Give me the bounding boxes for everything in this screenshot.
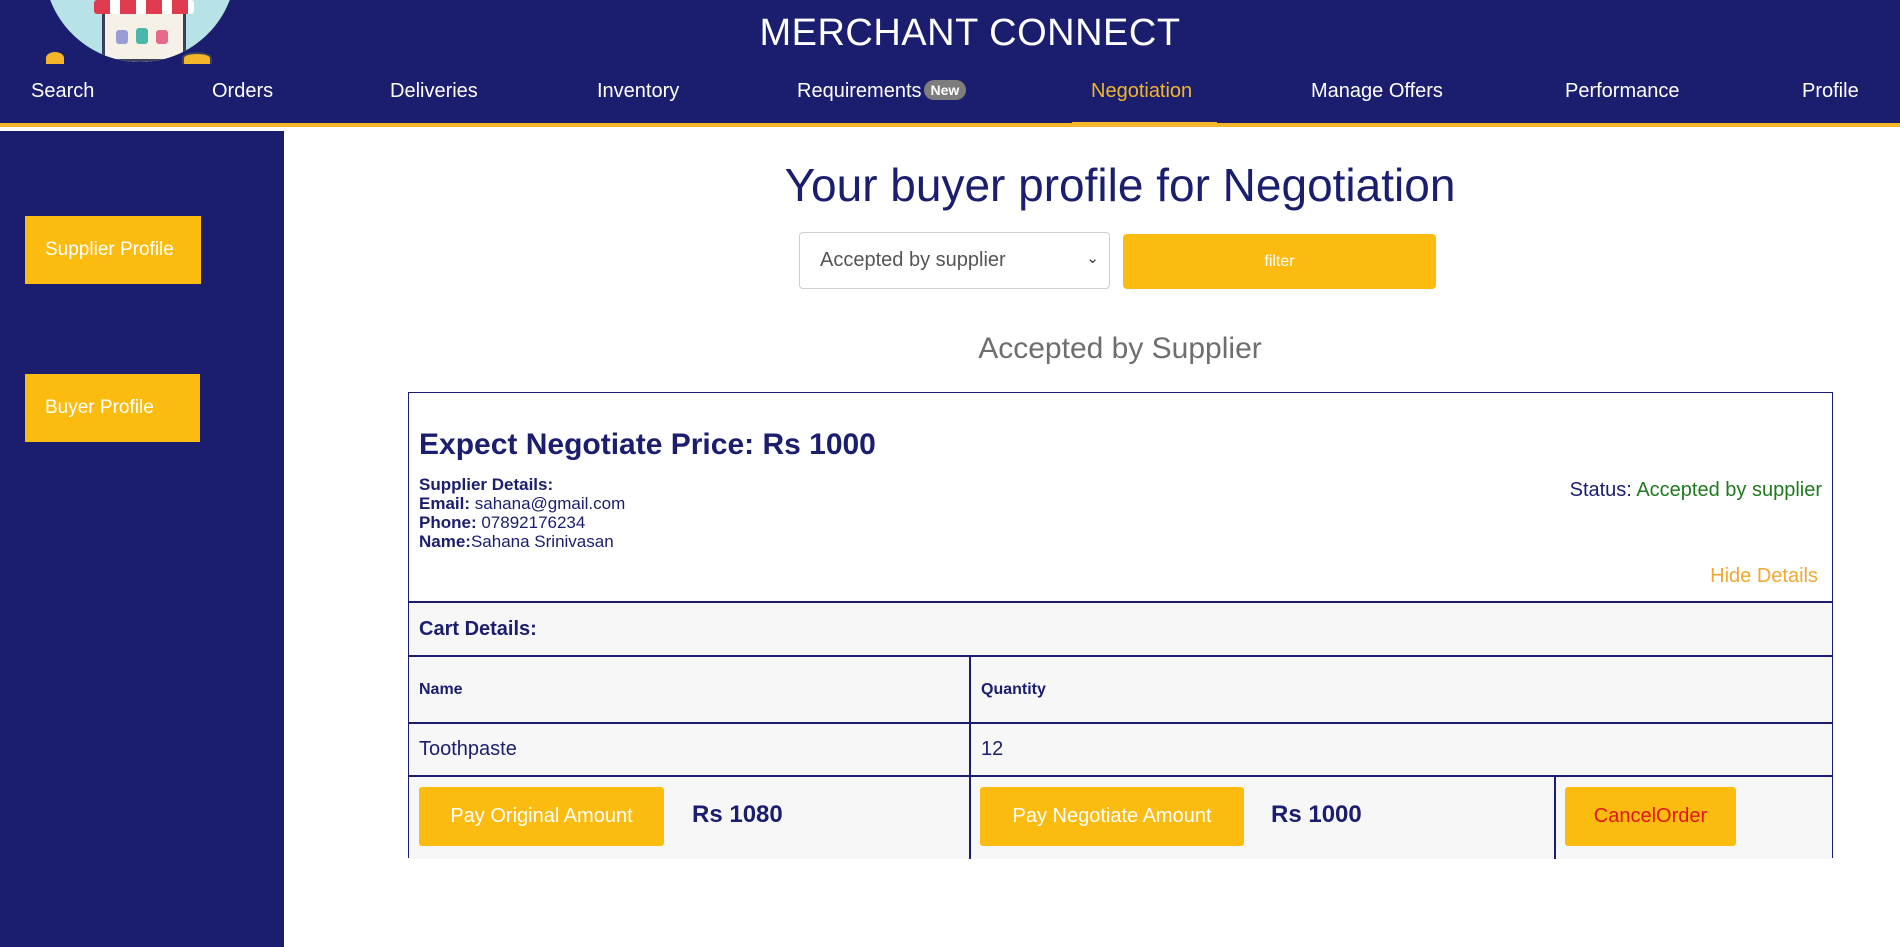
email-label: Email: <box>419 494 471 513</box>
item-quantity: 12 <box>981 738 1004 760</box>
nav-label: Manage Offers <box>1311 80 1443 102</box>
expected-price-heading: Expect Negotiate Price: Rs 1000 <box>419 428 876 461</box>
supplier-name: Sahana Srinivasan <box>470 532 614 551</box>
status-label: Status: <box>1569 479 1632 501</box>
nav-label: Profile <box>1802 80 1859 102</box>
item-name: Toothpaste <box>419 738 517 760</box>
active-nav-indicator <box>1072 122 1217 126</box>
page-title: Your buyer profile for Negotiation <box>784 159 1456 211</box>
app-title: MERCHANT CONNECT <box>759 12 1181 54</box>
pay-original-label: Pay Original Amount <box>450 805 633 827</box>
pay-original-button[interactable]: Pay Original Amount <box>419 787 664 846</box>
negotiate-amount: Rs 1000 <box>1271 801 1362 828</box>
status-filter-select[interactable]: Accepted by supplier ⌄ <box>799 232 1110 289</box>
nav-search[interactable]: Search <box>31 80 94 103</box>
payment-row: Pay Original Amount Rs 1080 Pay Negotiat… <box>409 775 1832 859</box>
status-badge: Accepted by supplier <box>1636 479 1822 501</box>
nav-label: Performance <box>1565 80 1680 102</box>
nav-manage-offers[interactable]: Manage Offers <box>1311 80 1443 103</box>
nav-inventory[interactable]: Inventory <box>597 80 679 103</box>
sidebar-item-label: Supplier Profile <box>45 239 174 260</box>
main-nav: Search Orders Deliveries Inventory Requi… <box>0 80 1900 126</box>
nav-profile[interactable]: Profile <box>1802 80 1859 103</box>
new-badge: New <box>923 80 967 100</box>
hide-details-link[interactable]: Hide Details <box>1710 565 1818 588</box>
pay-negotiate-label: Pay Negotiate Amount <box>1012 805 1212 827</box>
cancel-order-label: CancelOrder <box>1593 805 1708 827</box>
status-text: Status: Accepted by supplier <box>1570 479 1822 502</box>
nav-label: Orders <box>212 80 274 102</box>
nav-performance[interactable]: Performance <box>1565 80 1680 103</box>
sidebar-item-label: Buyer Profile <box>45 397 154 418</box>
filter-button[interactable]: filter <box>1123 234 1436 289</box>
negotiation-card: Expect Negotiate Price: Rs 1000 Supplier… <box>408 392 1833 859</box>
supplier-profile-button[interactable]: Supplier Profile <box>25 216 201 284</box>
cancel-order-button[interactable]: CancelOrder <box>1565 787 1736 846</box>
cart-heading-row: Cart Details: <box>409 601 1832 655</box>
name-label: Name: <box>419 532 471 551</box>
filter-button-label: filter <box>1264 252 1295 270</box>
sidebar: Supplier Profile Buyer Profile <box>0 131 284 947</box>
buyer-profile-button[interactable]: Buyer Profile <box>25 374 200 442</box>
supplier-details-heading: Supplier Details: <box>419 475 554 494</box>
filter-selected-value: Accepted by supplier <box>820 249 1006 271</box>
section-title: Accepted by Supplier <box>978 332 1262 365</box>
table-header-row: Name Quantity <box>409 655 1832 722</box>
cart-details-heading: Cart Details: <box>419 617 537 640</box>
supplier-phone: 07892176234 <box>481 513 586 532</box>
phone-label: Phone: <box>419 513 477 532</box>
column-header-quantity: Quantity <box>981 680 1046 698</box>
chevron-down-icon: ⌄ <box>1086 250 1099 267</box>
nav-label: Search <box>31 80 95 102</box>
supplier-email: sahana@gmail.com <box>474 494 626 513</box>
nav-requirements[interactable]: Requirements New <box>797 80 967 103</box>
column-header-name: Name <box>419 680 463 698</box>
nav-label: Deliveries <box>390 80 478 102</box>
nav-label: Requirements <box>797 80 922 102</box>
nav-orders[interactable]: Orders <box>212 80 273 103</box>
top-header: MERCHANT CONNECT Search Orders Deliverie… <box>0 0 1900 127</box>
pay-negotiate-button[interactable]: Pay Negotiate Amount <box>980 787 1244 846</box>
nav-label: Inventory <box>597 80 680 102</box>
supplier-details: Supplier Details: Email: sahana@gmail.co… <box>419 475 625 551</box>
table-row: Toothpaste 12 <box>409 722 1832 775</box>
original-amount: Rs 1080 <box>692 801 783 828</box>
nav-negotiation[interactable]: Negotiation <box>1091 80 1192 103</box>
nav-label: Negotiation <box>1091 80 1193 102</box>
nav-deliveries[interactable]: Deliveries <box>390 80 478 103</box>
